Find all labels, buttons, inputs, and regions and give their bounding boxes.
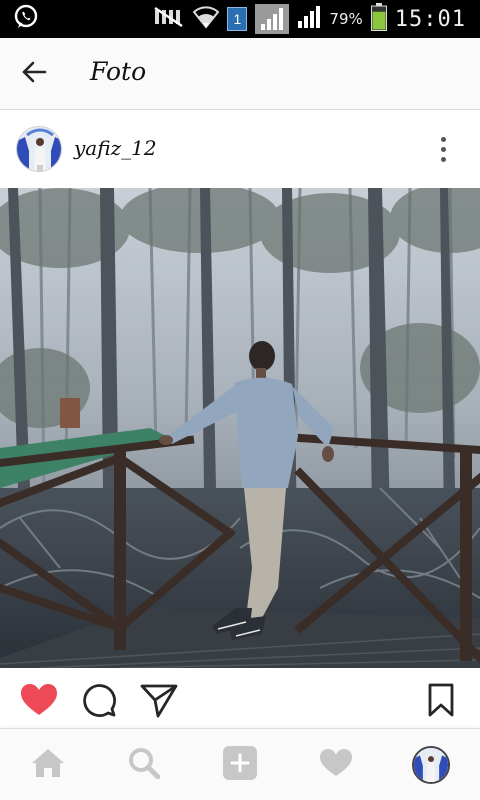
send-icon xyxy=(140,682,178,723)
nav-activity[interactable] xyxy=(314,745,358,785)
save-button[interactable] xyxy=(421,682,461,722)
bottom-nav xyxy=(0,728,480,800)
status-bar: 1 79% 15:01 xyxy=(0,0,480,38)
heart-filled-icon xyxy=(20,683,58,722)
sim-indicator: 1 xyxy=(227,7,248,31)
signal-icon xyxy=(255,4,290,34)
post-photo[interactable] xyxy=(0,188,480,668)
activity-heart-icon xyxy=(319,748,353,783)
whatsapp-icon xyxy=(12,3,40,36)
like-button[interactable] xyxy=(19,682,59,722)
nav-home[interactable] xyxy=(26,745,70,785)
wifi-icon xyxy=(193,5,220,34)
add-post-icon xyxy=(222,745,258,786)
post-header: yafiz_12 xyxy=(0,110,480,188)
avatar[interactable] xyxy=(16,126,62,172)
nav-add-post[interactable] xyxy=(218,745,262,785)
arrow-left-icon xyxy=(20,58,48,91)
app-header: Foto xyxy=(0,38,480,110)
more-options-button[interactable] xyxy=(428,132,458,166)
mute-icon xyxy=(153,6,185,33)
post-username[interactable]: yafiz_12 xyxy=(74,136,157,160)
status-clock: 15:01 xyxy=(394,6,466,32)
share-button[interactable] xyxy=(139,682,179,722)
nav-search[interactable] xyxy=(122,745,166,785)
comment-icon xyxy=(81,682,117,723)
battery-icon xyxy=(370,2,387,36)
home-icon xyxy=(31,748,65,783)
more-vertical-icon-dot xyxy=(440,156,446,162)
page-title: Foto xyxy=(90,57,147,86)
more-vertical-icon-dot xyxy=(440,146,446,152)
status-bar-right: 1 79% 15:01 xyxy=(153,0,466,38)
post-action-bar xyxy=(0,668,480,728)
back-button[interactable] xyxy=(14,54,54,94)
search-icon xyxy=(128,747,161,784)
nav-profile[interactable] xyxy=(409,745,453,785)
more-vertical-icon-dot xyxy=(440,136,446,142)
battery-percent: 79% xyxy=(329,10,363,28)
post-photo-image xyxy=(0,188,480,668)
bookmark-icon xyxy=(427,683,455,722)
comment-button[interactable] xyxy=(79,682,119,722)
status-bar-left xyxy=(12,0,40,38)
profile-avatar xyxy=(412,746,450,784)
signal-icon-secondary xyxy=(297,5,321,34)
